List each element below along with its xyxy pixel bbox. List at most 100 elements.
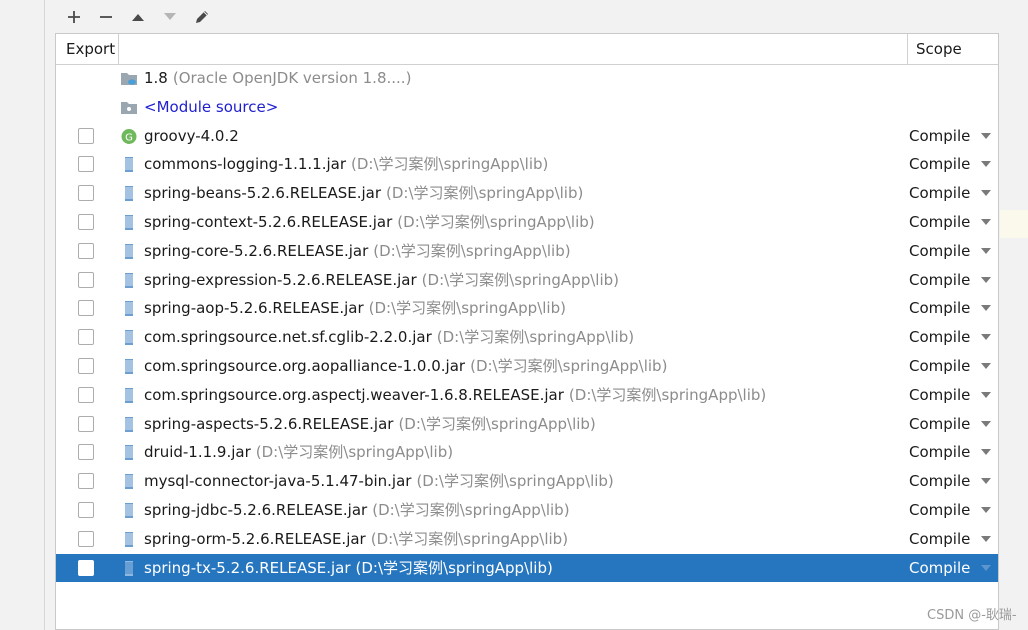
move-down-button[interactable] [156, 4, 184, 30]
table-row[interactable]: spring-core-5.2.6.RELEASE.jar (D:\学习案例\sp… [56, 237, 998, 266]
scope-dropdown-icon[interactable] [981, 161, 991, 168]
scope-dropdown-icon[interactable] [981, 247, 991, 254]
arrow-down-icon [164, 13, 176, 20]
library-name: spring-beans-5.2.6.RELEASE.jar (D:\学习案例\s… [144, 184, 584, 203]
scope-dropdown-icon[interactable] [981, 218, 991, 225]
scope-dropdown-icon[interactable] [981, 334, 991, 341]
minus-icon [100, 16, 112, 18]
scope-dropdown-icon[interactable] [981, 190, 991, 197]
scope-value[interactable]: Compile [909, 294, 970, 323]
library-name: commons-logging-1.1.1.jar (D:\学习案例\spring… [144, 155, 549, 174]
folder-icon [121, 101, 137, 114]
library-name: spring-aop-5.2.6.RELEASE.jar (D:\学习案例\spr… [144, 299, 566, 318]
table-row[interactable]: com.springsource.net.sf.cglib-2.2.0.jar(… [56, 323, 998, 352]
jar-library-icon [125, 474, 133, 490]
library-name: spring-jdbc-5.2.6.RELEASE.jar (D:\学习案例\sp… [144, 500, 570, 519]
scope-value[interactable]: Compile [909, 266, 970, 295]
table-row[interactable]: com.springsource.org.aspectj.weaver-1.6.… [56, 381, 998, 410]
export-checkbox[interactable] [78, 185, 94, 202]
jar-library-icon [125, 531, 133, 547]
scope-dropdown-icon[interactable] [981, 449, 991, 456]
scope-value[interactable]: Compile [909, 208, 970, 237]
table-row[interactable]: commons-logging-1.1.1.jar (D:\学习案例\spring… [56, 150, 998, 179]
library-name: spring-expression-5.2.6.RELEASE.jar (D:\学… [144, 270, 620, 289]
export-checkbox[interactable] [78, 329, 94, 346]
export-checkbox[interactable] [78, 300, 94, 317]
scope-column-header[interactable]: Scope [916, 34, 962, 64]
table-row[interactable]: spring-tx-5.2.6.RELEASE.jar (D:\学习案例\spri… [56, 553, 998, 583]
scope-value[interactable]: Compile [909, 122, 970, 151]
export-checkbox[interactable] [78, 127, 94, 144]
export-column-header[interactable]: Export [66, 34, 115, 64]
export-checkbox[interactable] [78, 473, 94, 490]
groovy-icon: G [121, 128, 137, 144]
table-row[interactable]: spring-beans-5.2.6.RELEASE.jar (D:\学习案例\s… [56, 179, 998, 208]
table-row[interactable]: spring-expression-5.2.6.RELEASE.jar (D:\学… [56, 266, 998, 295]
library-name: spring-core-5.2.6.RELEASE.jar (D:\学习案例\sp… [144, 241, 571, 260]
scope-dropdown-icon[interactable] [981, 362, 991, 369]
scope-value[interactable]: Compile [909, 352, 970, 381]
scope-dropdown-icon[interactable] [981, 391, 991, 398]
move-up-button[interactable] [124, 4, 152, 30]
scope-value[interactable]: Compile [909, 179, 970, 208]
export-checkbox[interactable] [78, 444, 94, 461]
scope-value[interactable]: Compile [909, 381, 970, 410]
export-checkbox[interactable] [78, 530, 94, 547]
export-checkbox[interactable] [78, 386, 94, 403]
library-name: com.springsource.org.aopalliance-1.0.0.j… [144, 356, 668, 375]
jar-library-icon [125, 330, 133, 346]
export-checkbox[interactable] [78, 501, 94, 518]
scope-dropdown-icon[interactable] [981, 535, 991, 542]
scope-value[interactable]: Compile [909, 323, 970, 352]
dependencies-table: Export Scope 1.8 (Oracle OpenJDK version … [55, 33, 999, 630]
table-row-module-source[interactable]: <Module source> [56, 93, 998, 122]
library-name: spring-aspects-5.2.6.RELEASE.jar (D:\学习案例… [144, 414, 596, 433]
table-row-groovy[interactable]: G groovy-4.0.2 Compile [56, 122, 998, 151]
scope-dropdown-icon[interactable] [981, 564, 991, 571]
add-button[interactable] [60, 4, 88, 30]
jar-library-icon [125, 560, 133, 576]
scope-dropdown-icon[interactable] [981, 478, 991, 485]
jar-library-icon [125, 157, 133, 173]
edit-button[interactable] [188, 4, 216, 30]
scope-value[interactable]: Compile [909, 467, 970, 496]
table-row[interactable]: spring-aop-5.2.6.RELEASE.jar (D:\学习案例\spr… [56, 294, 998, 323]
table-row[interactable]: com.springsource.org.aopalliance-1.0.0.j… [56, 352, 998, 381]
table-row[interactable]: spring-orm-5.2.6.RELEASE.jar (D:\学习案例\spr… [56, 525, 998, 554]
dependencies-toolbar [55, 2, 998, 32]
scope-value[interactable]: Compile [909, 554, 970, 583]
table-row[interactable]: spring-jdbc-5.2.6.RELEASE.jar (D:\学习案例\sp… [56, 496, 998, 525]
scope-dropdown-icon[interactable] [981, 305, 991, 312]
scope-value[interactable]: Compile [909, 496, 970, 525]
column-divider[interactable] [907, 34, 908, 64]
table-row[interactable]: mysql-connector-java-5.1.47-bin.jar (D:\学… [56, 467, 998, 496]
export-checkbox[interactable] [78, 156, 94, 173]
export-checkbox[interactable] [78, 357, 94, 374]
scope-dropdown-icon[interactable] [981, 506, 991, 513]
library-name: spring-orm-5.2.6.RELEASE.jar (D:\学习案例\spr… [144, 529, 569, 548]
export-checkbox[interactable] [78, 271, 94, 288]
scope-value[interactable]: Compile [909, 438, 970, 467]
scope-dropdown-icon[interactable] [981, 420, 991, 427]
export-checkbox[interactable] [78, 559, 94, 576]
column-divider[interactable] [118, 34, 119, 64]
scope-value[interactable]: Compile [909, 150, 970, 179]
table-row[interactable]: druid-1.1.9.jar (D:\学习案例\springApp\lib) C… [56, 438, 998, 467]
scope-value[interactable]: Compile [909, 525, 970, 554]
scope-dropdown-icon[interactable] [981, 132, 991, 139]
export-checkbox[interactable] [78, 415, 94, 432]
jar-library-icon [125, 416, 133, 432]
library-name: mysql-connector-java-5.1.47-bin.jar (D:\学… [144, 472, 614, 491]
export-checkbox[interactable] [78, 213, 94, 230]
table-body: 1.8 (Oracle OpenJDK version 1.8....) <Mod… [56, 64, 998, 583]
table-row[interactable]: spring-aspects-5.2.6.RELEASE.jar (D:\学习案例… [56, 410, 998, 439]
jar-library-icon [125, 214, 133, 230]
table-row-sdk[interactable]: 1.8 (Oracle OpenJDK version 1.8....) [56, 64, 998, 93]
scope-value[interactable]: Compile [909, 410, 970, 439]
remove-button[interactable] [92, 4, 120, 30]
jar-library-icon [125, 301, 133, 317]
scope-dropdown-icon[interactable] [981, 276, 991, 283]
table-row[interactable]: spring-context-5.2.6.RELEASE.jar (D:\学习案例… [56, 208, 998, 237]
export-checkbox[interactable] [78, 242, 94, 259]
scope-value[interactable]: Compile [909, 237, 970, 266]
